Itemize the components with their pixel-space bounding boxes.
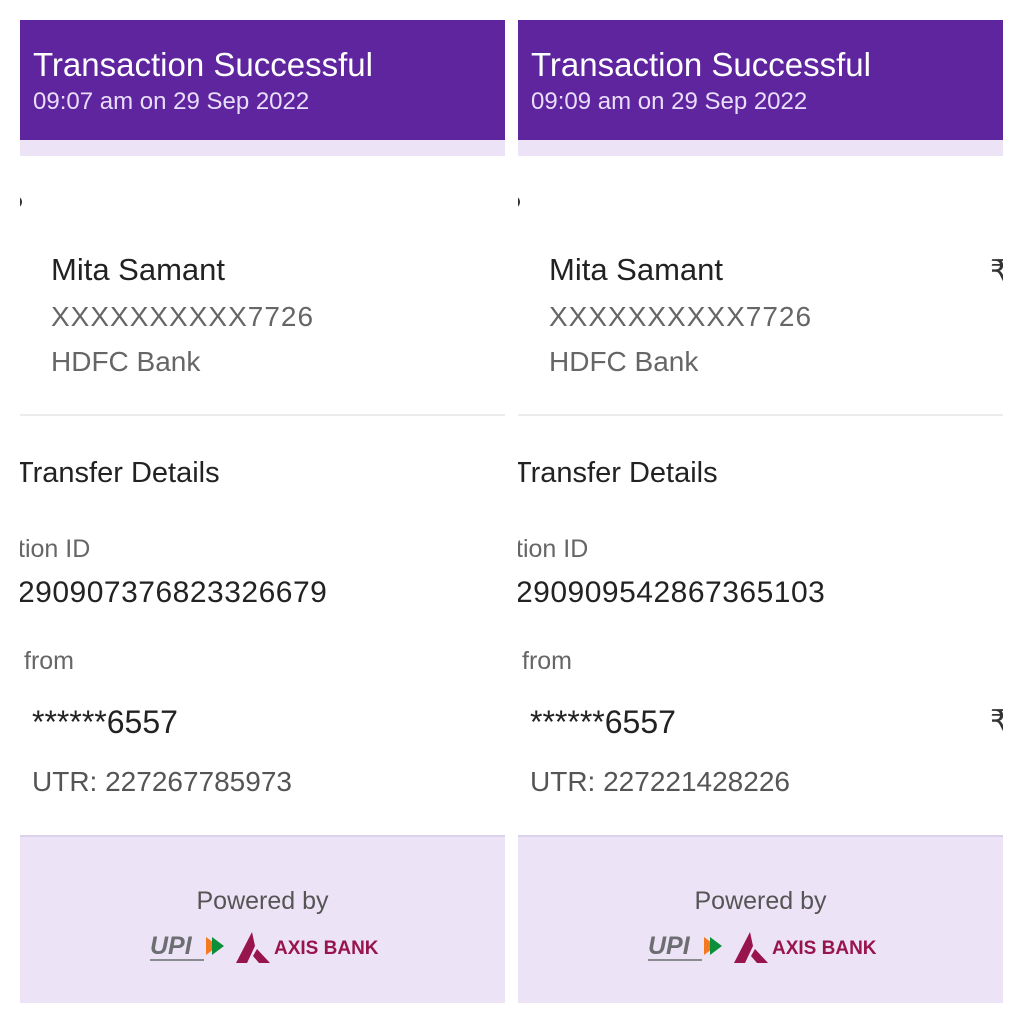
header-strip	[518, 140, 1003, 156]
rupee-amount-symbol: ₹	[990, 255, 1003, 288]
axis-bank-wordmark: AXIS BANK	[772, 938, 877, 959]
header-title: Transaction Successful	[33, 46, 373, 83]
upi-logo-text: UPI	[648, 932, 691, 960]
utr-number[interactable]: UTR: 227267785973	[32, 766, 292, 798]
axis-bank-logo: AXIS BANK	[732, 929, 882, 967]
transaction-id-value[interactable]: 290907376823326679	[20, 576, 327, 610]
axis-bank-icon	[734, 932, 768, 963]
payee-account-number: XXXXXXXXXX7726	[549, 301, 813, 332]
success-header: Transaction Successful 09:07 am on 29 Se…	[20, 20, 505, 140]
utr-number[interactable]: UTR: 227221428226	[530, 766, 790, 798]
partner-logos: UPI AXIS BANK	[646, 929, 877, 969]
transfer-details-heading: Transfer Details	[20, 457, 220, 489]
axis-bank-logo: AXIS BANK	[234, 929, 384, 967]
transfer-details-heading: Transfer Details	[518, 457, 718, 489]
payee-account-number: XXXXXXXXXX7726	[51, 301, 315, 332]
powered-by-text: Powered by	[694, 887, 827, 915]
axis-bank-wordmark: AXIS BANK	[274, 938, 379, 959]
header-strip	[20, 140, 505, 156]
powered-by-text: Powered by	[196, 887, 329, 915]
rupee-amount-symbol: ₹	[990, 705, 1003, 738]
debited-from-label: from	[522, 647, 572, 675]
header-timestamp: 09:07 am on 29 Sep 2022	[33, 88, 310, 115]
debit-account-masked: ******6557	[32, 704, 178, 740]
payee-bank-name: HDFC Bank	[549, 346, 699, 377]
header-timestamp: 09:09 am on 29 Sep 2022	[531, 88, 808, 115]
payee-name: Mita Samant	[51, 252, 226, 287]
section-divider	[20, 414, 505, 416]
upi-logo-icon: UPI	[150, 932, 224, 961]
powered-by-footer: Powered by UPI AXIS BANK	[518, 835, 1003, 1003]
cropped-icon-fragment	[518, 196, 520, 208]
transaction-card-left: Transaction Successful 09:07 am on 29 Se…	[20, 20, 505, 1003]
powered-by-footer: Powered by UPI AXIS BANK	[20, 835, 505, 1003]
header-title: Transaction Successful	[531, 46, 871, 83]
partner-logos: UPI AXIS BANK	[148, 929, 379, 969]
axis-bank-icon	[236, 932, 270, 963]
cropped-icon-fragment	[20, 196, 22, 208]
debit-account-masked: ******6557	[530, 704, 676, 740]
transaction-card-right: Transaction Successful 09:09 am on 29 Se…	[518, 20, 1003, 1003]
payee-bank-name: HDFC Bank	[51, 346, 201, 377]
payee-name: Mita Samant	[549, 252, 724, 287]
upi-logo-text: UPI	[150, 932, 193, 960]
debited-from-label: from	[24, 647, 74, 675]
transaction-id-label: tion ID	[518, 535, 589, 563]
transaction-id-label: tion ID	[20, 535, 91, 563]
upi-logo-icon: UPI	[648, 932, 722, 961]
transaction-id-value[interactable]: 290909542867365103	[518, 576, 825, 610]
section-divider	[518, 414, 1003, 416]
success-header: Transaction Successful 09:09 am on 29 Se…	[518, 20, 1003, 140]
